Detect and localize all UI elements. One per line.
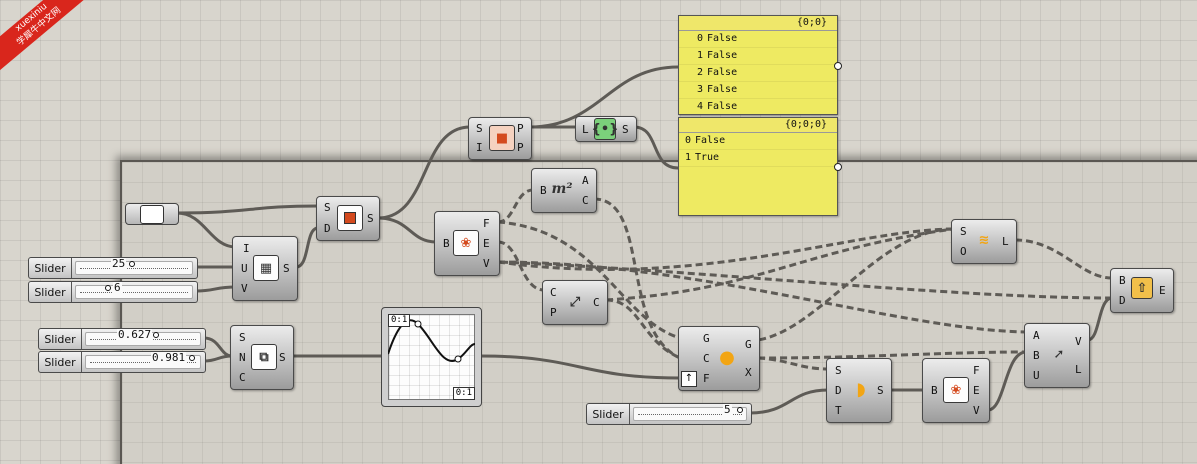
slider-value: 0.981: [151, 351, 187, 364]
deconstruct-brep-icon: ❀: [943, 377, 969, 403]
wire-slider0627-populate: [202, 336, 234, 358]
flatten-component[interactable]: L {•} S: [575, 116, 637, 142]
panel-path-header: {0;0;0}: [679, 118, 837, 133]
brep-param-component[interactable]: [125, 203, 179, 225]
wire-shift-brepfrom: [1014, 238, 1113, 280]
isotrim-component[interactable]: S D S: [316, 196, 380, 241]
wire-divide-isotrim: [294, 226, 320, 269]
slider-knob[interactable]: [129, 261, 135, 267]
slider-knob[interactable]: [105, 285, 111, 291]
line-sdl-icon: ➚: [1053, 346, 1065, 362]
grasshopper-canvas[interactable]: xuexiniu 学犀牛中文网 {0;0} 0 False 1 False 2 Fal…: [0, 0, 1197, 464]
point-in-brep-icon: ■: [489, 125, 515, 151]
list-item: 3 False: [679, 82, 837, 99]
area-component[interactable]: B m² A C: [531, 168, 597, 213]
list-item: 1 True: [679, 150, 837, 167]
slider-knob[interactable]: [153, 332, 159, 338]
number-slider-0981[interactable]: Slider 0.981: [38, 351, 206, 373]
graph-range-tag: 0:1: [452, 387, 475, 400]
list-item: 0 False: [679, 31, 837, 48]
number-slider-5[interactable]: Slider 5: [586, 403, 752, 425]
wire-slider6-divide: [194, 285, 238, 293]
brep-from-points-icon: ⇧: [1131, 277, 1153, 299]
closest-point-icon: ⤢: [569, 294, 581, 310]
wire-graph-sdl: [478, 354, 682, 380]
populate-component[interactable]: S N C ⧉ S: [230, 325, 294, 390]
shift-list-icon: ≋: [978, 232, 990, 248]
number-slider-0627[interactable]: Slider 0.627: [38, 328, 206, 350]
slider-knob[interactable]: [189, 355, 195, 361]
wire-decon1-area: [497, 188, 534, 224]
list-item: 0 False: [679, 133, 837, 150]
line-sdl-component[interactable]: A B U ➚ V L: [1024, 323, 1090, 388]
sdl-line-component[interactable]: G C F ↑ ● G X: [678, 326, 760, 391]
slider-knob[interactable]: [737, 407, 743, 413]
slider-track[interactable]: [75, 285, 193, 299]
deconstruct-brep-component[interactable]: B ❀ F E V: [434, 211, 500, 276]
wire-line-brepfrom: [1086, 296, 1114, 342]
panel-list-1[interactable]: {0;0} 0 False 1 False 2 False 3 False 4 False: [678, 15, 838, 116]
wire-slider5-sweep: [748, 388, 830, 415]
deconstruct-brep-icon: ❀: [453, 230, 479, 256]
graph-mapper[interactable]: 0:1 0:1: [381, 307, 482, 407]
sphere-points-icon: ●: [719, 346, 735, 368]
closest-point-component[interactable]: C P ⤢ C: [542, 280, 608, 325]
deconstruct-brep-component-2[interactable]: B ❀ F E V: [922, 358, 990, 423]
isotrim-icon: [337, 205, 363, 231]
list-item: 1 False: [679, 48, 837, 65]
slider-value: 25: [111, 257, 127, 270]
slider-label: Slider: [29, 258, 72, 278]
panel-output-port[interactable]: [834, 163, 842, 171]
number-slider-25[interactable]: Slider 25: [28, 257, 198, 279]
list-item: 2 False: [679, 65, 837, 82]
slider-label: Slider: [39, 329, 82, 349]
slider-label: Slider: [29, 282, 72, 302]
number-slider-6[interactable]: Slider 6: [28, 281, 198, 303]
shift-list-component[interactable]: S O ≋ L: [951, 219, 1017, 264]
sweep-component[interactable]: S D T ◗ S: [826, 358, 892, 423]
point-in-brep-component[interactable]: S I ■ P P: [468, 117, 532, 160]
wire-isotrim-decon1: [376, 216, 438, 244]
graph-domain-tag: 0:1: [388, 314, 411, 327]
slider-value: 5: [723, 403, 732, 416]
wire-decon2-line: [986, 350, 1028, 412]
divide-domain-component[interactable]: I U V ▦ S: [232, 236, 298, 301]
list-item: 4 False: [679, 99, 837, 116]
wire-brep-divide: [175, 211, 238, 249]
slider-value: 0.627: [117, 328, 153, 341]
wire-sdl-sweep: [757, 356, 829, 371]
param-expression-icon[interactable]: ↑: [681, 371, 697, 387]
slider-label: Slider: [587, 404, 630, 424]
wire-brep-isotrim: [175, 204, 320, 215]
area-icon: m²: [551, 181, 573, 197]
slider-label: Slider: [39, 352, 82, 372]
brep-param-icon: [140, 205, 164, 224]
panel-output-port[interactable]: [834, 62, 842, 70]
wire-isotrim-pointbrep: [376, 125, 472, 220]
wire-layer: [175, 65, 1114, 415]
flatten-icon: {•}: [592, 118, 618, 140]
brep-from-points-component[interactable]: B D ⇧ E: [1110, 268, 1174, 313]
slider-value: 6: [113, 281, 122, 294]
wire-slider0981-populate: [202, 354, 234, 363]
panel-path-header: {0;0}: [679, 16, 837, 31]
panel-list-2[interactable]: {0;0;0} 0 False 1 True: [678, 117, 838, 216]
sweep-icon: ◗: [856, 378, 866, 400]
divide-domain-icon: ▦: [253, 255, 279, 281]
wire-flatten-list2: [632, 125, 680, 170]
populate-icon: ⧉: [251, 344, 277, 370]
